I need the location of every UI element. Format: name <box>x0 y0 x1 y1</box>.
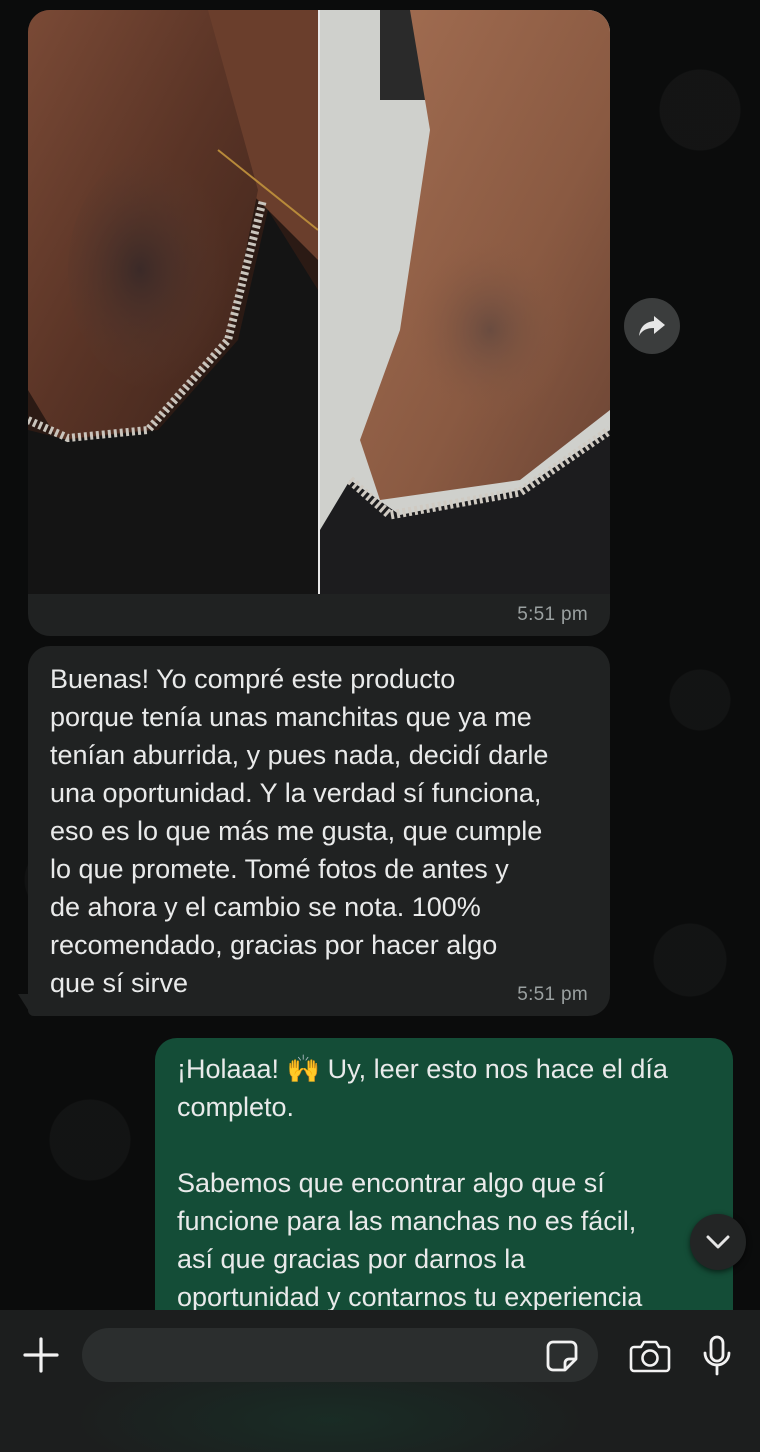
image-message-time: 5:51 pm <box>517 604 588 625</box>
forward-button[interactable] <box>624 298 680 354</box>
outgoing-message-text: ¡Holaaa! 🙌 Uy, leer esto nos hace el día… <box>177 1054 668 1312</box>
before-photo[interactable] <box>28 10 318 594</box>
camera-button[interactable] <box>626 1334 674 1378</box>
plus-icon <box>23 1337 59 1373</box>
incoming-message-text: Buenas! Yo compré este producto porque t… <box>50 664 549 998</box>
after-photo[interactable] <box>320 10 610 594</box>
chat-screen: 5:51 pm Buenas! Yo compré este producto … <box>0 0 760 1452</box>
sticker-button[interactable] <box>542 1336 582 1376</box>
microphone-icon <box>703 1335 731 1376</box>
chevron-down-icon <box>706 1235 730 1249</box>
outgoing-message-bubble[interactable]: ¡Holaaa! 🙌 Uy, leer esto nos hace el día… <box>155 1038 733 1338</box>
message-composer <box>0 1310 760 1452</box>
microphone-button[interactable] <box>696 1332 738 1380</box>
incoming-message-bubble[interactable]: Buenas! Yo compré este producto porque t… <box>28 646 610 1016</box>
image-message-bubble[interactable]: 5:51 pm <box>28 10 610 636</box>
forward-arrow-icon <box>639 316 665 336</box>
incoming-message-time: 5:51 pm <box>517 984 588 1005</box>
attach-button[interactable] <box>18 1332 64 1378</box>
message-input[interactable] <box>82 1328 598 1382</box>
scroll-to-bottom-button[interactable] <box>690 1214 746 1270</box>
sticker-icon <box>546 1340 578 1372</box>
camera-icon <box>629 1340 671 1373</box>
